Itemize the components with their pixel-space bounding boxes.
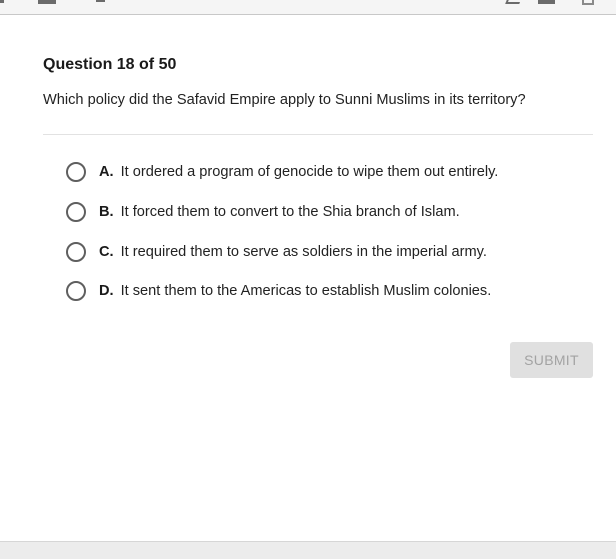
option-letter: A. — [99, 164, 114, 180]
option-letter: C. — [99, 244, 114, 260]
menu-icon[interactable] — [0, 0, 4, 3]
bottom-bar — [0, 541, 616, 559]
option-text[interactable]: It sent them to the Americas to establis… — [121, 283, 492, 299]
window-icon[interactable] — [582, 0, 594, 5]
answer-option-c[interactable]: C. It required them to serve as soldiers… — [66, 240, 487, 264]
option-letter: D. — [99, 283, 114, 299]
answer-option-a[interactable]: A. It ordered a program of genocide to w… — [66, 160, 498, 184]
question-header: Question 18 of 50 — [43, 56, 177, 73]
submit-button[interactable]: SUBMIT — [510, 342, 593, 378]
radio-button-c[interactable] — [66, 242, 86, 262]
highlighter-icon[interactable] — [538, 0, 555, 4]
option-text[interactable]: It forced them to convert to the Shia br… — [121, 204, 460, 220]
tool-icon[interactable] — [38, 0, 56, 4]
top-toolbar — [0, 0, 616, 15]
option-text[interactable]: It ordered a program of genocide to wipe… — [121, 164, 499, 180]
divider — [43, 134, 593, 135]
text-to-speech-icon[interactable] — [505, 0, 521, 4]
radio-button-b[interactable] — [66, 202, 86, 222]
radio-button-a[interactable] — [66, 162, 86, 182]
option-text[interactable]: It required them to serve as soldiers in… — [121, 244, 487, 260]
radio-button-d[interactable] — [66, 281, 86, 301]
dash-icon[interactable] — [96, 0, 105, 2]
answer-option-d[interactable]: D. It sent them to the Americas to estab… — [66, 279, 491, 303]
option-letter: B. — [99, 204, 114, 220]
question-prompt: Which policy did the Safavid Empire appl… — [43, 92, 526, 108]
answer-option-b[interactable]: B. It forced them to convert to the Shia… — [66, 200, 460, 224]
